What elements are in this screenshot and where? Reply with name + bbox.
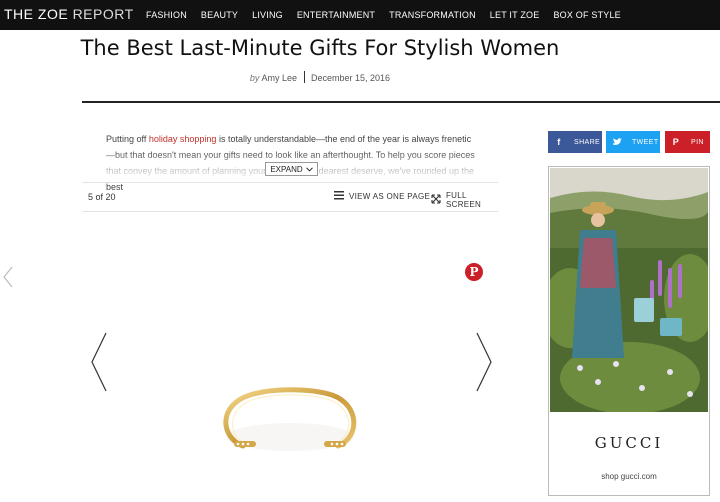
author-link[interactable]: Amy Lee <box>261 73 297 83</box>
publish-date: December 15, 2016 <box>311 73 391 83</box>
logo-sub: REPORT <box>72 6 134 22</box>
expand-label: EXPAND <box>270 164 303 174</box>
pinterest-pin-icon[interactable]: P <box>465 263 483 281</box>
top-nav-bar: THE ZOE REPORT FASHION BEAUTY LIVING ENT… <box>0 0 720 30</box>
slide-next-arrow-icon[interactable] <box>475 332 493 397</box>
title-divider <box>82 101 720 103</box>
nav-item-box-of-style[interactable]: BOX OF STYLE <box>553 10 620 20</box>
logo-main: THE ZOE <box>4 6 69 22</box>
full-screen-label: FULL SCREEN <box>446 191 482 209</box>
nav-item-entertainment[interactable]: ENTERTAINMENT <box>297 10 375 20</box>
view-as-one-page-button[interactable]: VIEW AS ONE PAGE <box>334 191 430 202</box>
intro-text-start: Putting off <box>106 134 149 144</box>
chevron-down-icon <box>305 165 313 174</box>
twitter-share-label: TWEET <box>632 138 659 146</box>
twitter-share-button[interactable]: TWEET <box>606 131 660 153</box>
nav-item-let-it-zoe[interactable]: LET IT ZOE <box>490 10 540 20</box>
holiday-shopping-link[interactable]: holiday shopping <box>149 134 217 144</box>
facebook-share-label: SHARE <box>574 138 601 146</box>
gold-cuff-ring-image <box>210 375 370 470</box>
site-logo[interactable]: THE ZOE REPORT <box>4 6 134 22</box>
view-as-one-page-label: VIEW AS ONE PAGE <box>349 192 431 201</box>
twitter-icon <box>606 131 628 153</box>
byline: by Amy Lee December 15, 2016 <box>0 71 680 83</box>
facebook-icon: f <box>557 137 561 147</box>
full-screen-button[interactable]: FULL SCREEN <box>431 191 498 209</box>
byline-divider <box>303 71 305 83</box>
list-icon <box>334 191 344 202</box>
pinterest-share-button[interactable]: P PIN <box>665 131 710 153</box>
expand-button[interactable]: EXPAND <box>265 162 318 176</box>
page-prev-arrow-icon[interactable] <box>2 266 14 293</box>
ad-shop-link[interactable]: shop gucci.com <box>549 472 709 481</box>
pinterest-icon: P <box>672 137 680 147</box>
main-nav: FASHION BEAUTY LIVING ENTERTAINMENT TRAN… <box>146 0 635 30</box>
ad-photo <box>550 168 708 412</box>
nav-item-transformation[interactable]: TRANSFORMATION <box>389 10 476 20</box>
slide-prev-arrow-icon[interactable] <box>90 332 108 397</box>
article-title: The Best Last-Minute Gifts For Stylish W… <box>80 36 560 60</box>
slide-counter: 5 of 20 <box>88 192 116 202</box>
expand-arrows-icon <box>431 194 441 206</box>
gucci-advertisement[interactable]: GUCCI shop gucci.com <box>548 166 710 496</box>
nav-item-living[interactable]: LIVING <box>252 10 283 20</box>
pinterest-share-label: PIN <box>691 138 704 146</box>
byline-by: by <box>249 73 260 83</box>
ad-brand-name: GUCCI <box>594 434 664 452</box>
nav-item-fashion[interactable]: FASHION <box>146 10 187 20</box>
nav-item-beauty[interactable]: BEAUTY <box>201 10 238 20</box>
facebook-share-button[interactable]: f SHARE <box>548 131 602 153</box>
gallery-toolbar: 5 of 20 VIEW AS ONE PAGE FULL SCREEN <box>82 182 498 212</box>
